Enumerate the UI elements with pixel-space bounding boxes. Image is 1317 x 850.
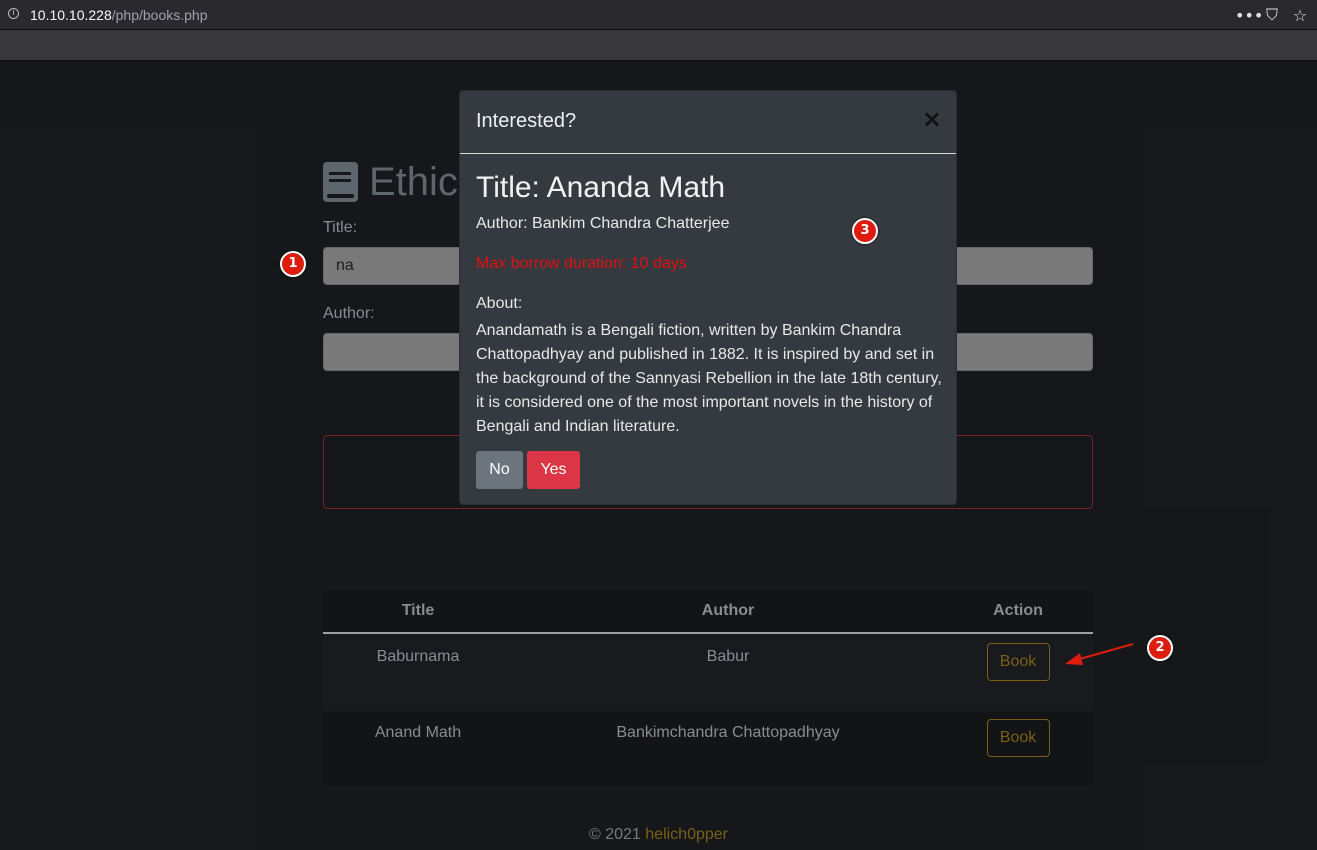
url-text[interactable]: 10.10.10.228/php/books.php xyxy=(30,7,208,23)
url-path: /php/books.php xyxy=(111,7,208,23)
arrow-line xyxy=(1075,643,1134,661)
pocket-icon[interactable]: ⛉ xyxy=(1263,5,1281,25)
info-icon[interactable]: i xyxy=(8,8,19,19)
modal-title: Interested? xyxy=(476,110,577,132)
yes-button[interactable]: Yes xyxy=(527,451,580,489)
annotation-arrow xyxy=(1065,643,1134,665)
url-host: 10.10.10.228 xyxy=(30,7,112,23)
interest-modal: Interested? × Title: Ananda Math Author:… xyxy=(459,90,957,505)
book-author: Author: Bankim Chandra Chatterjee xyxy=(476,215,730,232)
about-label: About: xyxy=(476,295,523,312)
arrow-head xyxy=(1065,653,1083,665)
url-bar[interactable]: i 10.10.10.228/php/books.php ••• ⛉ ☆ xyxy=(0,0,1317,30)
modal-header: Interested? × xyxy=(460,91,956,154)
no-button[interactable]: No xyxy=(476,451,523,489)
borrow-duration: Max borrow duration: 10 days xyxy=(476,255,687,272)
annotation-marker-1: 1 xyxy=(280,251,306,277)
more-icon[interactable]: ••• xyxy=(1235,6,1263,25)
annotation-marker-3: 3 xyxy=(852,218,878,244)
close-icon[interactable]: × xyxy=(922,105,942,133)
about-text: Anandamath is a Bengali fiction, written… xyxy=(476,322,942,435)
star-icon[interactable]: ☆ xyxy=(1291,6,1309,25)
browser-actions: ••• ⛉ ☆ xyxy=(1235,5,1309,25)
book-title: Title: Ananda Math xyxy=(476,171,726,204)
bookmarks-toolbar xyxy=(0,30,1317,61)
annotation-marker-2: 2 xyxy=(1147,635,1173,661)
